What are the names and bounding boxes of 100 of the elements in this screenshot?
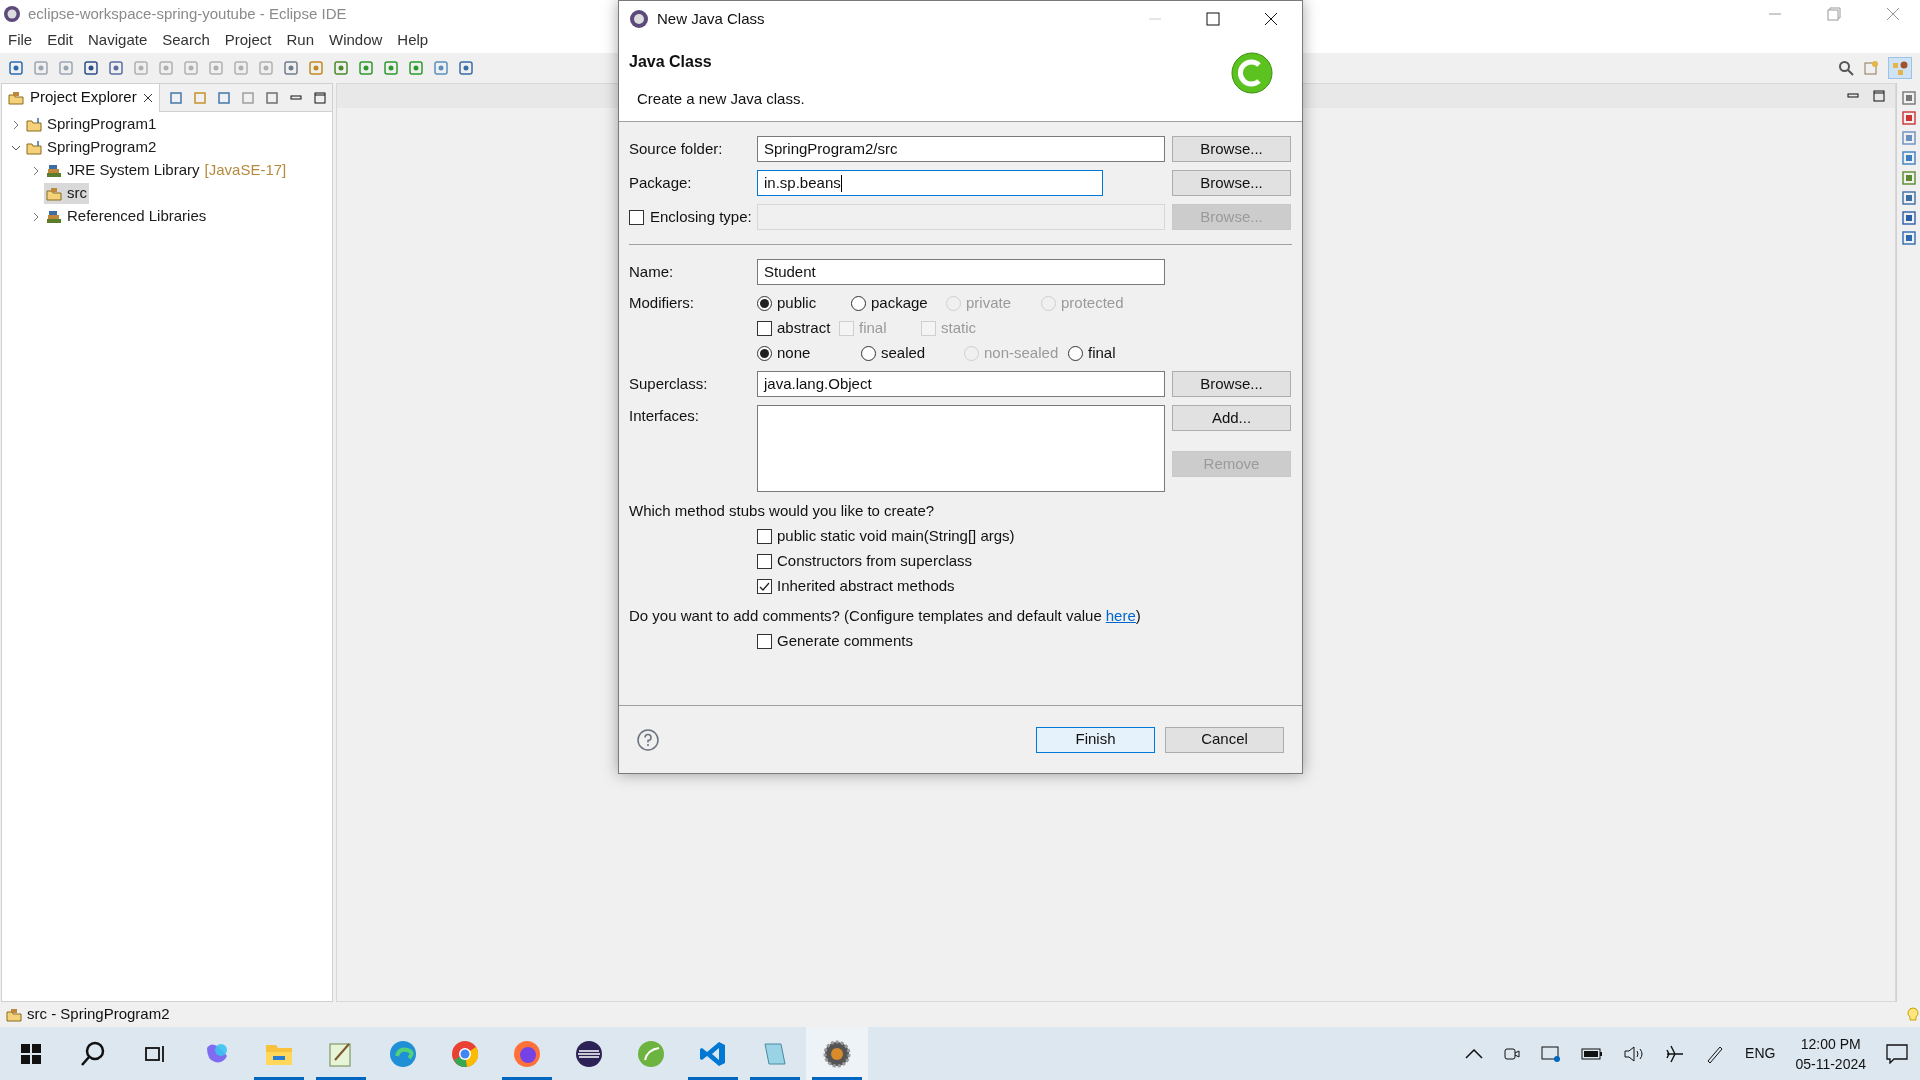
beans-icon xyxy=(1892,60,1908,76)
view-tool-icon[interactable] xyxy=(216,89,232,106)
toolbar-tool-icon[interactable] xyxy=(433,60,449,76)
toolbar-tool-icon[interactable] xyxy=(358,60,374,76)
text-field[interactable]: java.lang.Object xyxy=(757,371,1165,397)
view-shortcut-icon[interactable] xyxy=(1901,91,1916,105)
radio-button[interactable] xyxy=(851,295,866,311)
search-icon[interactable] xyxy=(1838,60,1854,76)
close-icon[interactable] xyxy=(1264,12,1278,26)
dialog-button[interactable]: Browse... xyxy=(1172,136,1291,162)
text-field[interactable]: in.sp.beans xyxy=(757,170,1103,196)
toolbar-tool-icon[interactable] xyxy=(108,60,124,76)
eclipse-gear-icon[interactable] xyxy=(629,9,649,29)
chevron-right-icon[interactable] xyxy=(31,165,41,176)
checkbox[interactable] xyxy=(757,529,772,544)
toolbar-tool-icon[interactable] xyxy=(333,60,349,76)
view-tool-icon[interactable] xyxy=(264,89,280,106)
project-folder-icon[interactable] xyxy=(26,139,42,156)
toolbar-tool-icon[interactable] xyxy=(8,60,24,76)
toolbar-tool-icon[interactable] xyxy=(383,60,399,76)
view-shortcut-icon[interactable] xyxy=(1901,151,1916,165)
menu-item[interactable]: File xyxy=(8,29,33,52)
text-field[interactable] xyxy=(757,204,1165,230)
checkbox[interactable] xyxy=(757,633,772,649)
chevron-right-icon[interactable] xyxy=(11,119,21,130)
taskbar-app-icon[interactable] xyxy=(806,1027,868,1080)
view-shortcut-icon[interactable] xyxy=(1901,171,1916,185)
airplane-icon[interactable] xyxy=(1665,1043,1686,1064)
menu-item[interactable]: Project xyxy=(224,29,272,52)
stubs-question: Which method stubs would you like to create? xyxy=(629,501,936,521)
dialog-title: New Java Class xyxy=(657,8,766,29)
volume-icon[interactable] xyxy=(1623,1044,1646,1063)
menu-item[interactable]: Help xyxy=(397,29,429,52)
dialog-button[interactable]: Browse... xyxy=(1172,170,1291,196)
chevron-right-icon[interactable] xyxy=(31,211,41,222)
package-folder-icon[interactable] xyxy=(46,185,62,202)
radio-button[interactable] xyxy=(757,345,772,361)
library-books-icon[interactable] xyxy=(46,208,62,225)
tree-item[interactable]: src xyxy=(44,183,89,204)
radio-button[interactable] xyxy=(757,295,772,311)
text-field[interactable]: Student xyxy=(757,259,1165,285)
java-perspective-button[interactable] xyxy=(1888,57,1912,79)
menu-item[interactable]: Search xyxy=(162,29,210,52)
view-shortcut-icon[interactable] xyxy=(1901,211,1916,225)
help-icon[interactable] xyxy=(637,728,659,751)
dialog-button[interactable]: Browse... xyxy=(1172,371,1291,397)
view-shortcut-icon[interactable] xyxy=(1901,231,1916,245)
menu-item[interactable]: Run xyxy=(286,29,314,52)
camera-icon[interactable] xyxy=(1503,1045,1522,1062)
toolbar-tool-icon[interactable] xyxy=(408,60,424,76)
field-label: Source folder: xyxy=(629,138,724,159)
notifications-icon[interactable] xyxy=(1886,1043,1908,1064)
tree-item[interactable]: JRE System Library [JavaSE-17] xyxy=(44,160,289,181)
view-tab[interactable]: Project Explorer xyxy=(2,83,160,112)
toolbar-tool-icon[interactable] xyxy=(458,60,474,76)
menu-item[interactable]: Edit xyxy=(47,29,74,52)
view-shortcut-icon[interactable] xyxy=(1901,131,1916,145)
view-shortcut-icon[interactable] xyxy=(1901,191,1916,205)
package-folder-icon[interactable] xyxy=(8,89,24,106)
page-description: Create a new Java class. xyxy=(636,89,805,109)
interfaces-list[interactable] xyxy=(757,405,1165,492)
toolbar-tool-icon[interactable] xyxy=(283,60,299,76)
view-shortcut-icon[interactable] xyxy=(1901,111,1916,125)
checkbox[interactable] xyxy=(629,209,644,225)
toolbar-tool-icon[interactable] xyxy=(83,60,99,76)
text-field[interactable]: SpringProgram2/src xyxy=(757,136,1165,162)
menu-item[interactable]: Navigate xyxy=(88,29,148,52)
checkbox[interactable] xyxy=(757,554,772,569)
maximize-icon[interactable] xyxy=(1206,12,1220,26)
dialog-button[interactable]: Cancel xyxy=(1165,726,1284,753)
maximize-icon[interactable] xyxy=(312,89,328,106)
tree-item[interactable]: Referenced Libraries xyxy=(44,206,209,227)
default-button[interactable]: Finish xyxy=(1036,726,1155,753)
radio-button[interactable] xyxy=(861,345,876,361)
option-label: package xyxy=(871,292,928,313)
here-link[interactable]: here xyxy=(1105,604,1136,627)
close-icon[interactable] xyxy=(142,92,153,103)
battery-icon[interactable] xyxy=(1581,1047,1604,1060)
package-folder-icon[interactable] xyxy=(6,1006,22,1023)
maximize-icon[interactable] xyxy=(1871,88,1887,104)
project-folder-icon[interactable] xyxy=(26,116,42,133)
menu-item[interactable]: Window xyxy=(329,29,383,52)
checkbox[interactable] xyxy=(757,320,772,336)
view-tool-icon[interactable] xyxy=(168,89,184,106)
tree-item[interactable]: SpringProgram1 xyxy=(24,114,159,135)
radio-button[interactable] xyxy=(1068,345,1083,361)
library-books-icon[interactable] xyxy=(46,162,62,179)
tree-item[interactable]: SpringProgram2 xyxy=(24,137,159,158)
leaf-logo-icon xyxy=(637,1039,665,1068)
eclipse-logo-icon xyxy=(575,1039,603,1068)
display-sync-icon[interactable] xyxy=(1541,1044,1562,1063)
checkbox[interactable] xyxy=(757,579,772,594)
field-label: Package: xyxy=(629,172,693,193)
chevron-up-icon[interactable] xyxy=(1465,1048,1484,1059)
dialog-button[interactable]: Add... xyxy=(1172,405,1291,431)
eclipse-gear-icon[interactable] xyxy=(3,5,21,23)
clock[interactable]: 12:00 PM 05-11-2024 xyxy=(1795,1033,1866,1074)
option-label: Constructors from superclass xyxy=(777,551,973,572)
language-indicator[interactable]: ENG xyxy=(1745,1043,1776,1064)
checkmark-icon xyxy=(759,581,770,592)
